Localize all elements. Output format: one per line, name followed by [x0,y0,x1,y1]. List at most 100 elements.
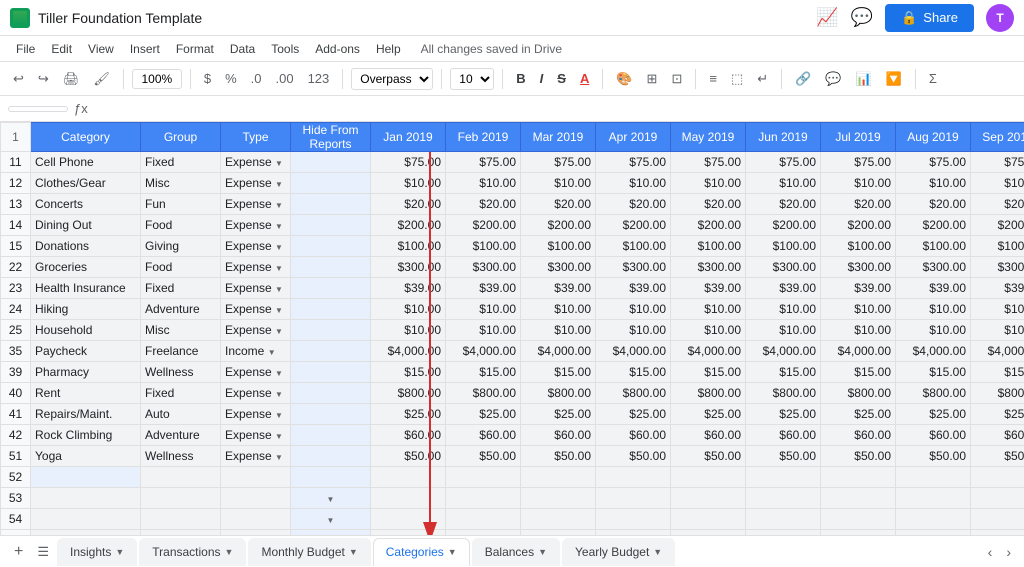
cell-money-l[interactable] [896,467,971,488]
cell-money-l[interactable]: $300.00 [896,257,971,278]
vertical-align-button[interactable]: ⬚ [726,68,748,90]
cell-money-l[interactable]: $60.00 [896,425,971,446]
bold-button[interactable]: B [511,68,530,89]
cell-money-f[interactable]: $50.00 [446,446,521,467]
decimal-less-button[interactable]: .0 [246,68,267,89]
cell-hide[interactable] [291,299,371,320]
cell-money-f[interactable] [446,467,521,488]
cell-money-f[interactable]: $10.00 [446,299,521,320]
cell-type[interactable]: Income ▼ [221,341,291,362]
cell-money-g[interactable]: $25.00 [521,404,596,425]
cell-money-m[interactable]: $75.00 [971,152,1024,173]
chart-button[interactable]: 📊 [851,68,877,90]
cell-money-l[interactable]: $25.00 [896,404,971,425]
cell-category[interactable]: Paycheck [31,341,141,362]
cell-money-k[interactable]: $15.00 [821,362,896,383]
cell-money-m[interactable]: $800.00 [971,383,1024,404]
col-header-h[interactable]: Apr 2019 [596,123,671,152]
cell-money-h[interactable]: $10.00 [596,299,671,320]
cell-money-i[interactable]: $10.00 [671,299,746,320]
menu-help[interactable]: Help [368,40,409,58]
cell-money-i[interactable]: $75.00 [671,152,746,173]
cell-group[interactable]: Fixed [141,383,221,404]
col-header-g[interactable]: Mar 2019 [521,123,596,152]
cell-money-f[interactable]: $4,000.00 [446,341,521,362]
cell-money-g[interactable]: $39.00 [521,278,596,299]
cell-money-k[interactable] [821,467,896,488]
cell-money-f[interactable]: $200.00 [446,215,521,236]
cell-money-i[interactable]: $25.00 [671,404,746,425]
cell-money-l[interactable]: $75.00 [896,152,971,173]
cell-money-e[interactable]: $200.00 [371,215,446,236]
cell-money-g[interactable]: $300.00 [521,257,596,278]
cell-money-h[interactable]: $800.00 [596,383,671,404]
cell-type[interactable]: Expense ▼ [221,278,291,299]
filter-button[interactable]: 🔽 [881,68,907,90]
cell-category[interactable]: Concerts [31,194,141,215]
align-left-button[interactable]: ≡ [704,68,722,89]
cell-money-l[interactable]: $10.00 [896,173,971,194]
cell-category[interactable]: Dining Out [31,215,141,236]
cell-money-j[interactable]: $15.00 [746,362,821,383]
cell-money-e[interactable]: $60.00 [371,425,446,446]
cell-hide[interactable] [291,152,371,173]
cell-money-i[interactable]: $20.00 [671,194,746,215]
print-button[interactable]: 🖨 [58,68,85,90]
cell-type[interactable]: Expense ▼ [221,362,291,383]
redo-button[interactable]: ↪ [33,68,54,90]
cell-money-k[interactable]: $20.00 [821,194,896,215]
cell-category[interactable]: Cell Phone [31,152,141,173]
tab-monthly-budget[interactable]: Monthly Budget ▼ [248,538,370,566]
cell-money-i[interactable]: $60.00 [671,425,746,446]
cell-money-l[interactable]: $15.00 [896,362,971,383]
cell-money-i[interactable]: $300.00 [671,257,746,278]
share-button[interactable]: 🔒 Share [885,4,974,32]
cell-money-g[interactable]: $800.00 [521,383,596,404]
cell-group[interactable]: Fun [141,194,221,215]
cell-group[interactable]: Food [141,215,221,236]
cell-money-j[interactable]: $60.00 [746,425,821,446]
cell-money-h[interactable] [596,467,671,488]
cell-category[interactable]: Rent [31,383,141,404]
cell-hide[interactable] [291,257,371,278]
cell-money-i[interactable]: $10.00 [671,320,746,341]
cell-money-f[interactable]: $39.00 [446,278,521,299]
cell-type[interactable] [221,467,291,488]
strikethrough-button[interactable]: S [552,68,571,89]
cell-money-h[interactable]: $4,000.00 [596,341,671,362]
cell-money-j[interactable]: $10.00 [746,299,821,320]
percent-button[interactable]: % [220,68,242,89]
menu-addons[interactable]: Add-ons [307,40,368,58]
cell-group[interactable]: Wellness [141,446,221,467]
cell-hide[interactable] [291,215,371,236]
cell-category[interactable] [31,467,141,488]
tab-insights-dropdown[interactable]: ▼ [115,547,124,557]
cell-money-e[interactable]: $100.00 [371,236,446,257]
col-header-m[interactable]: Sep 2019 [971,123,1024,152]
col-header-i[interactable]: May 2019 [671,123,746,152]
cell-group[interactable]: Giving [141,236,221,257]
col-header-b[interactable]: Group [141,123,221,152]
cell-money-l[interactable]: $4,000.00 [896,341,971,362]
cell-money-h[interactable]: $75.00 [596,152,671,173]
cell-money-i[interactable]: $10.00 [671,173,746,194]
cell-money-e[interactable]: $50.00 [371,446,446,467]
cell-money-h[interactable]: $60.00 [596,425,671,446]
cell-money-m[interactable]: $10.00 [971,299,1024,320]
undo-button[interactable]: ↩ [8,68,29,90]
cell-hide[interactable] [291,278,371,299]
cell-money-m[interactable]: $50.00 [971,446,1024,467]
grid-scroll[interactable]: 1 Category Group Type Hide FromReports J… [0,122,1024,535]
wrap-button[interactable]: ↵ [752,68,773,90]
cell-category[interactable]: Health Insurance [31,278,141,299]
cell-money-m[interactable]: $15.00 [971,362,1024,383]
cell-money-g[interactable]: $10.00 [521,320,596,341]
tab-transactions-dropdown[interactable]: ▼ [225,547,234,557]
format-number-button[interactable]: 123 [303,68,335,89]
cell-money-e[interactable]: $10.00 [371,320,446,341]
cell-group[interactable]: Food [141,257,221,278]
comments-icon[interactable]: 💬 [851,7,873,28]
font-size-select[interactable]: 10 [450,68,494,90]
tab-insights[interactable]: Insights ▼ [57,538,137,566]
tab-balances-dropdown[interactable]: ▼ [538,547,547,557]
